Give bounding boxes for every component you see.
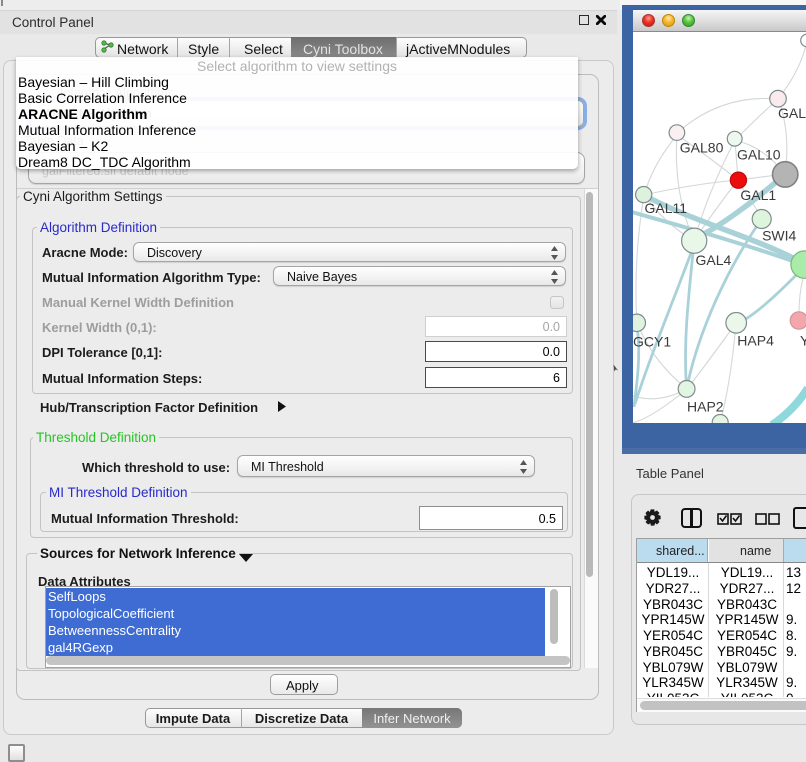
svg-text:GAL10: GAL10 [737,147,781,163]
svg-text:GAL11: GAL11 [645,200,688,216]
svg-text:GAL2: GAL2 [778,105,806,121]
svg-text:GAL4: GAL4 [696,252,732,268]
svg-text:HAP4: HAP4 [737,332,774,348]
svg-text:HAP2: HAP2 [687,399,724,415]
svg-text:GCY1: GCY1 [633,334,671,350]
svg-text:GAL1: GAL1 [740,187,776,203]
svg-text:SWI4: SWI4 [762,228,796,244]
svg-text:GAL80: GAL80 [680,140,724,156]
svg-text:Y: Y [800,332,806,348]
